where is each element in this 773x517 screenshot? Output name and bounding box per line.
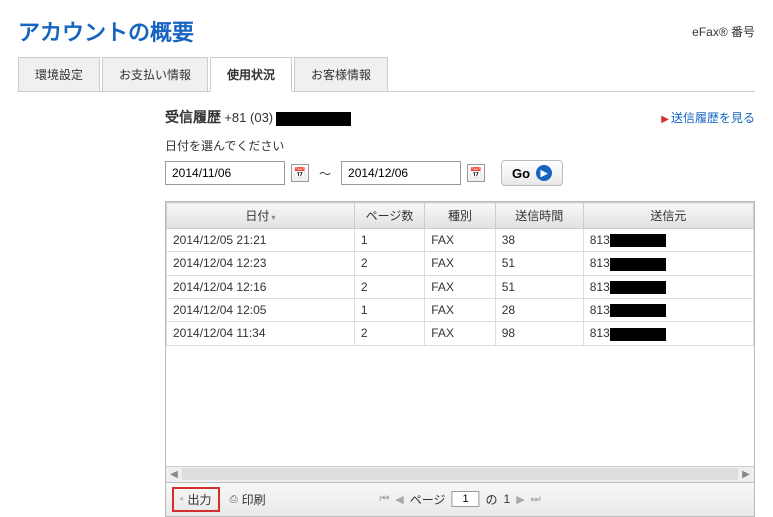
date-prompt: 日付を選んでください [165,137,755,154]
history-grid: 日付▾ ページ数 種別 送信時間 送信元 2014/12/05 21:211FA… [165,201,755,483]
tab-customer[interactable]: お客様情報 [294,57,388,91]
cell-pages: 2 [354,275,424,298]
phone-redacted [276,112,351,126]
header-right: eFax® 番号 [692,23,755,40]
cell-pages: 1 [354,229,424,252]
cell-date: 2014/12/04 11:34 [167,322,355,345]
cell-date: 2014/12/04 12:23 [167,252,355,275]
pager-next-icon[interactable]: ▶ [516,493,524,506]
calendar-to-icon[interactable]: 📅 [467,164,485,182]
cell-duration: 51 [495,252,583,275]
grid-footer: ▫ 出力 ⎙ 印刷 ⏮ ◀ ページ の 1 ▶ ⏭ [165,483,755,517]
cell-type: FAX [425,322,495,345]
receive-history-heading: 受信履歴 +81 (03) [165,107,351,127]
cell-sender: 813 [583,229,753,252]
pager-last-icon[interactable]: ⏭ [531,493,541,506]
scroll-left-icon[interactable]: ◀ [166,469,182,480]
pager: ⏮ ◀ ページ の 1 ▶ ⏭ [379,491,540,508]
cell-sender: 813 [583,298,753,321]
cell-pages: 2 [354,252,424,275]
page-total: 1 [504,492,511,506]
view-send-history-link[interactable]: ▶送信履歴を見る [661,109,755,126]
cell-duration: 98 [495,322,583,345]
col-duration[interactable]: 送信時間 [495,203,583,229]
cell-pages: 1 [354,298,424,321]
cell-sender: 813 [583,275,753,298]
scroll-right-icon[interactable]: ▶ [738,469,754,480]
table-row[interactable]: 2014/12/04 12:162FAX51813 [167,275,754,298]
tilde: 〜 [319,165,331,182]
page-title: アカウントの概要 [18,15,194,47]
page-of: の [486,491,498,508]
printer-icon: ⎙ [230,494,238,505]
cell-pages: 2 [354,322,424,345]
col-sender[interactable]: 送信元 [583,203,753,229]
table-row[interactable]: 2014/12/04 12:051FAX28813 [167,298,754,321]
cell-date: 2014/12/04 12:16 [167,275,355,298]
sort-icon: ▾ [271,213,275,222]
play-icon: ▶ [536,165,552,181]
cell-sender: 813 [583,252,753,275]
cell-type: FAX [425,298,495,321]
tabs: 環境設定 お支払い情報 使用状況 お客様情報 [18,57,755,92]
table-row[interactable]: 2014/12/04 12:232FAX51813 [167,252,754,275]
cell-type: FAX [425,229,495,252]
pager-prev-icon[interactable]: ◀ [395,493,403,506]
table-row[interactable]: 2014/12/05 21:211FAX38813 [167,229,754,252]
cell-duration: 51 [495,275,583,298]
page-label: ページ [410,491,446,508]
col-date[interactable]: 日付▾ [167,203,355,229]
cell-type: FAX [425,252,495,275]
print-button[interactable]: ⎙ 印刷 [230,491,266,508]
page-input[interactable] [452,491,480,507]
arrow-right-icon: ▶ [661,114,669,125]
cell-sender: 813 [583,322,753,345]
col-type[interactable]: 種別 [425,203,495,229]
date-from-input[interactable] [165,161,285,185]
tab-settings[interactable]: 環境設定 [18,57,100,91]
cell-type: FAX [425,275,495,298]
phone-prefix: +81 (03) [224,110,273,125]
tab-usage[interactable]: 使用状況 [210,57,292,92]
cell-duration: 28 [495,298,583,321]
date-to-input[interactable] [341,161,461,185]
cell-duration: 38 [495,229,583,252]
calendar-from-icon[interactable]: 📅 [291,164,309,182]
tab-billing[interactable]: お支払い情報 [102,57,208,91]
export-icon: ▫ [180,494,184,505]
pager-first-icon[interactable]: ⏮ [379,493,389,506]
col-pages[interactable]: ページ数 [354,203,424,229]
table-row[interactable]: 2014/12/04 11:342FAX98813 [167,322,754,345]
cell-date: 2014/12/04 12:05 [167,298,355,321]
go-button[interactable]: Go ▶ [501,160,563,186]
cell-date: 2014/12/05 21:21 [167,229,355,252]
horizontal-scrollbar[interactable]: ◀ ▶ [166,466,754,482]
export-button[interactable]: ▫ 出力 [172,487,220,512]
